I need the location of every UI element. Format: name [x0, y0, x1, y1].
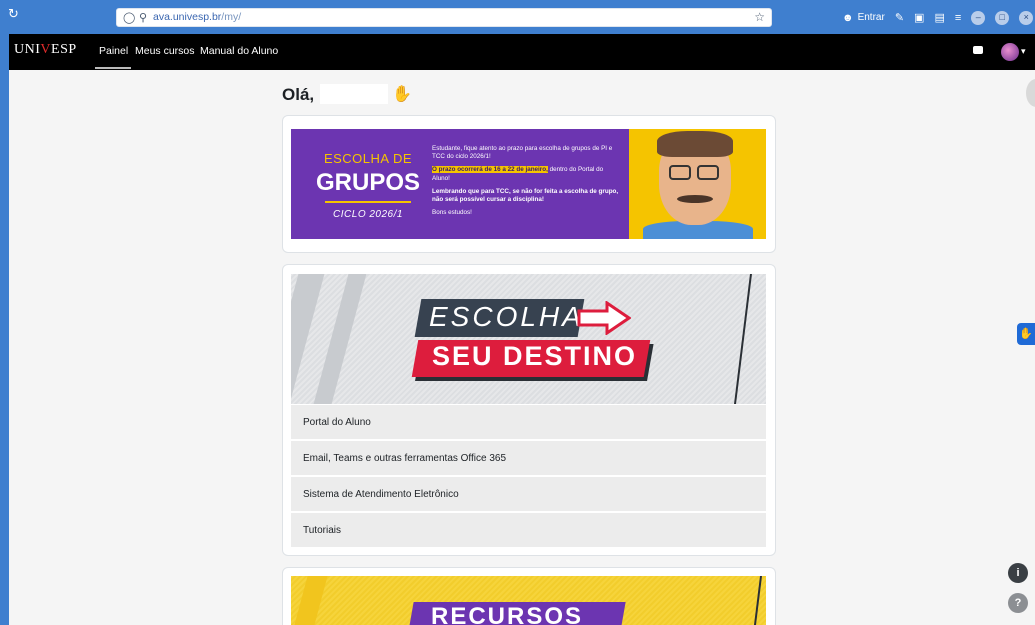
banner-para2: O prazo ocorrerá de 16 a 22 de janeiro, …: [432, 166, 620, 182]
accessibility-icon[interactable]: ✋: [1017, 323, 1035, 345]
univesp-logo[interactable]: UNIVESP: [14, 42, 77, 58]
page-greeting: Olá,: [282, 85, 315, 104]
drawer-toggle[interactable]: [1026, 79, 1035, 107]
illustration-hair: [657, 131, 733, 157]
character-illustration: [629, 129, 766, 239]
waving-hand-icon: ✋: [392, 86, 412, 103]
banner-deadline: O prazo ocorrerá de 16 a 22 de janeiro,: [432, 166, 548, 174]
signin-button[interactable]: ☻ Entrar: [842, 12, 885, 24]
destination-banner[interactable]: ESCOLHA SEU DESTINO: [291, 274, 766, 404]
address-bar[interactable]: ◯ ⚲ ava.univesp.br/my/ ☆: [116, 8, 772, 27]
banner-title-line1: ESCOLHA DE: [323, 151, 413, 166]
link-label: Portal do Aluno: [303, 417, 371, 428]
nav-active-indicator: [95, 67, 131, 69]
help-icon: ?: [1014, 597, 1022, 609]
sidebar-icon[interactable]: ▤: [934, 11, 944, 24]
link-portal-aluno[interactable]: Portal do Aluno: [291, 405, 766, 440]
arrow-right-icon: [577, 301, 631, 335]
illustration-mustache: [677, 195, 713, 203]
restore-icon[interactable]: □: [995, 10, 1010, 25]
link-office-365[interactable]: Email, Teams e outras ferramentas Office…: [291, 441, 766, 476]
menu-icon[interactable]: ≡: [955, 12, 961, 24]
banner-line: [734, 274, 752, 404]
reload-icon[interactable]: ↻: [8, 7, 22, 21]
banner-para4: Bons estudos!: [432, 209, 472, 217]
banner-title-line3: CICLO 2026/1: [333, 209, 403, 220]
help-button[interactable]: ?: [1008, 593, 1028, 613]
nav-manual-aluno[interactable]: Manual do Aluno: [200, 45, 278, 57]
site-navbar: UNIVESP Painel Meus cursos Manual do Alu…: [9, 34, 1035, 70]
star-icon[interactable]: ☆: [754, 10, 765, 24]
banner-stripe: [313, 274, 367, 404]
chevron-down-icon[interactable]: ▾: [1021, 46, 1026, 57]
illustration-glasses-right: [697, 165, 719, 180]
lock-icon[interactable]: ⚲: [139, 11, 147, 24]
window-border: [0, 34, 9, 625]
banner-message: Estudante, fique atento ao prazo para es…: [432, 145, 620, 222]
redacted-username: [320, 84, 388, 104]
link-tutoriais[interactable]: Tutoriais: [291, 513, 766, 548]
avatar[interactable]: [1001, 43, 1019, 61]
minimize-icon[interactable]: –: [971, 10, 986, 25]
banner-line1: ESCOLHA: [429, 301, 584, 332]
link-label: Sistema de Atendimento Eletrônico: [303, 489, 459, 500]
banner-para1: Estudante, fique atento ao prazo para es…: [432, 145, 613, 161]
banner-text: RECURSOS: [431, 603, 584, 625]
nav-meus-cursos[interactable]: Meus cursos: [135, 45, 195, 57]
nav-painel[interactable]: Painel: [99, 45, 128, 57]
screenshot-icon[interactable]: ▣: [914, 11, 924, 24]
browser-toolbar: ↻ ◯ ⚲ ava.univesp.br/my/ ☆ ☻ Entrar ✎ ▣ …: [0, 0, 1035, 34]
extensions-icon[interactable]: ✎: [895, 11, 904, 24]
banner-line: [753, 576, 763, 625]
browser-actions: ☻ Entrar ✎ ▣ ▤ ≡ – □ ×: [842, 8, 1034, 27]
link-label: Tutoriais: [303, 525, 341, 536]
close-icon[interactable]: ×: [1019, 10, 1034, 25]
banner-line2: SEU DESTINO: [432, 341, 638, 371]
group-selection-banner[interactable]: ESCOLHA DE GRUPOS CICLO 2026/1 Estudante…: [291, 129, 766, 239]
signin-label: Entrar: [857, 12, 885, 23]
illustration-glasses-left: [669, 165, 691, 180]
link-atendimento[interactable]: Sistema de Atendimento Eletrônico: [291, 477, 766, 512]
banner-stripe: [294, 576, 328, 625]
message-icon[interactable]: [973, 46, 983, 54]
banner-divider: [325, 201, 411, 203]
banner-title-line2: GRUPOS: [315, 169, 420, 196]
link-label: Email, Teams e outras ferramentas Office…: [303, 453, 507, 464]
url-text: ava.univesp.br/my/: [153, 11, 242, 23]
resources-banner[interactable]: RECURSOS: [291, 576, 766, 625]
shield-icon[interactable]: ◯: [123, 11, 135, 24]
info-button[interactable]: i: [1008, 563, 1028, 583]
info-icon: i: [1016, 567, 1020, 579]
banner-para3: Lembrando que para TCC, se não for feita…: [432, 187, 619, 203]
account-icon: ☻: [842, 11, 854, 24]
